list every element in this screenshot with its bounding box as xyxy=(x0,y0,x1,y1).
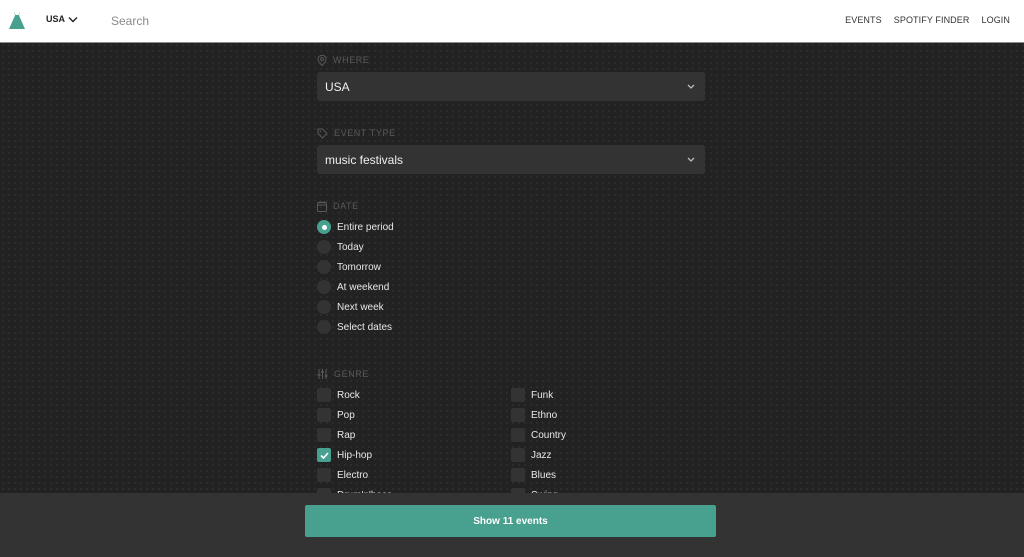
date-option-tomorrow[interactable]: Tomorrow xyxy=(317,257,705,277)
calendar-icon xyxy=(317,200,327,212)
date-option-label: Entire period xyxy=(337,221,394,233)
genre-option-label: Country xyxy=(531,429,567,441)
genre-option-country[interactable]: Country xyxy=(511,425,705,445)
date-label: DATE xyxy=(333,201,359,211)
date-option-at-weekend[interactable]: At weekend xyxy=(317,277,705,297)
country-selector[interactable]: USA xyxy=(46,14,78,24)
checkbox[interactable] xyxy=(511,428,525,442)
main-nav: EVENTS SPOTIFY FINDER LOGIN xyxy=(845,15,1010,25)
genre-option-pop[interactable]: Pop xyxy=(317,405,511,425)
event-type-section-label: EVENT TYPE xyxy=(317,126,705,140)
genre-option-label: Hip-hop xyxy=(337,449,373,461)
genre-option-label: Jazz xyxy=(531,449,552,461)
nav-spotify-finder-link[interactable]: SPOTIFY FINDER xyxy=(894,15,970,25)
date-option-select-dates[interactable]: Select dates xyxy=(317,317,705,337)
genre-option-electro[interactable]: Electro xyxy=(317,465,511,485)
genre-option-hip-hop[interactable]: Hip-hop xyxy=(317,445,511,465)
event-type-value: music festivals xyxy=(325,152,404,167)
genre-option-label: Electro xyxy=(337,469,369,481)
date-option-next-week[interactable]: Next week xyxy=(317,297,705,317)
event-type-select[interactable]: music festivals xyxy=(317,145,705,174)
checkbox[interactable] xyxy=(317,428,331,442)
genre-option-label: Funk xyxy=(531,389,554,401)
date-option-entire-period[interactable]: Entire period xyxy=(317,217,705,237)
date-options: Entire period Today Tomorrow At weekend … xyxy=(317,217,705,337)
checkbox[interactable] xyxy=(317,408,331,422)
date-option-today[interactable]: Today xyxy=(317,237,705,257)
radio[interactable] xyxy=(317,260,331,274)
radio[interactable] xyxy=(317,320,331,334)
genre-option-label: Pop xyxy=(337,409,355,421)
genre-option-label: Rock xyxy=(337,389,360,401)
where-select[interactable]: USA xyxy=(317,72,705,101)
date-option-label: Select dates xyxy=(337,321,393,333)
nav-login-link[interactable]: LOGIN xyxy=(981,15,1010,25)
search-input[interactable] xyxy=(104,10,404,32)
genre-option-rock[interactable]: Rock xyxy=(317,385,511,405)
radio-selected[interactable] xyxy=(317,220,331,234)
genre-label: GENRE xyxy=(334,369,370,379)
genre-section-label: GENRE xyxy=(317,367,705,381)
genre-options: Rock Pop Rap Hip-hop Electro Funk Ethno … xyxy=(317,385,705,505)
genre-column-left: Rock Pop Rap Hip-hop Electro xyxy=(317,385,511,505)
radio[interactable] xyxy=(317,300,331,314)
genre-option-rap[interactable]: Rap xyxy=(317,425,511,445)
location-pin-icon xyxy=(317,54,327,66)
checkbox[interactable] xyxy=(317,388,331,402)
nav-events-link[interactable]: EVENTS xyxy=(845,15,882,25)
show-events-button[interactable]: Show 11 events xyxy=(305,505,716,537)
radio[interactable] xyxy=(317,280,331,294)
radio[interactable] xyxy=(317,240,331,254)
genre-option-ethno[interactable]: Ethno xyxy=(511,405,705,425)
where-label: WHERE xyxy=(333,55,370,65)
footer-bar: Show 11 events xyxy=(0,493,1024,557)
genre-option-label: Blues xyxy=(531,469,557,481)
genre-option-funk[interactable]: Funk xyxy=(511,385,705,405)
top-navigation-bar: USA EVENTS SPOTIFY FINDER LOGIN xyxy=(0,0,1024,43)
chevron-down-icon xyxy=(687,157,695,162)
genre-option-blues[interactable]: Blues xyxy=(511,465,705,485)
sliders-icon xyxy=(317,369,328,379)
country-label: USA xyxy=(46,14,66,24)
checkbox[interactable] xyxy=(511,408,525,422)
genre-option-label: Ethno xyxy=(531,409,558,421)
checkbox-checked[interactable] xyxy=(317,448,331,462)
where-value: USA xyxy=(325,79,350,94)
genre-option-jazz[interactable]: Jazz xyxy=(511,445,705,465)
genre-option-label: Rap xyxy=(337,429,356,441)
checkbox[interactable] xyxy=(511,468,525,482)
date-option-label: Tomorrow xyxy=(337,261,381,273)
filter-panel: WHERE USA EVENT TYPE music festivals DAT… xyxy=(317,44,705,505)
date-option-label: Today xyxy=(337,241,364,253)
checkmark-icon xyxy=(319,451,329,459)
date-option-label: At weekend xyxy=(337,281,390,293)
date-option-label: Next week xyxy=(337,301,384,313)
tag-icon xyxy=(317,128,328,139)
checkbox[interactable] xyxy=(511,448,525,462)
checkbox[interactable] xyxy=(317,468,331,482)
event-type-label: EVENT TYPE xyxy=(334,128,396,138)
date-section-label: DATE xyxy=(317,199,705,213)
genre-column-right: Funk Ethno Country Jazz Blues Swing xyxy=(511,385,705,505)
chevron-down-icon xyxy=(687,84,695,89)
tent-logo-icon[interactable] xyxy=(8,10,26,30)
where-section-label: WHERE xyxy=(317,53,705,67)
chevron-down-icon xyxy=(68,16,78,22)
checkbox[interactable] xyxy=(511,388,525,402)
